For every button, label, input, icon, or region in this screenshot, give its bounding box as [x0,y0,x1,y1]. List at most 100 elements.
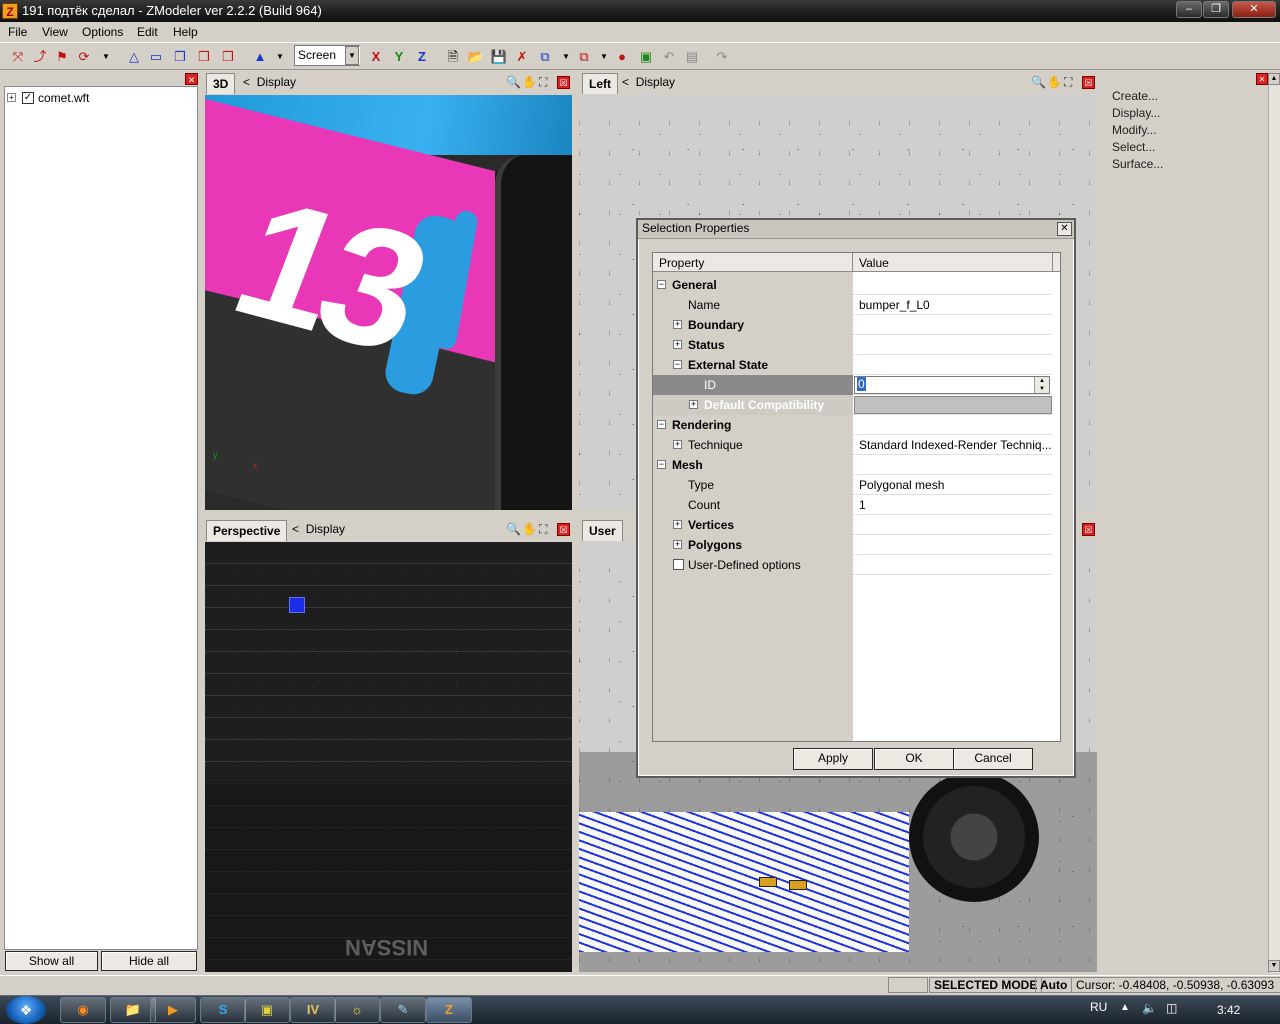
axis-y-toggle[interactable]: Y [389,47,409,67]
expand-icon[interactable]: + [673,440,682,449]
pan-hand-icon[interactable]: ✋ [522,75,537,89]
media-player-icon[interactable]: ▶ [150,997,196,1023]
volume-icon[interactable]: 🔈 [1142,1001,1157,1015]
property-name-name[interactable]: Name [688,298,720,312]
close-icon[interactable]: ✕ [1057,222,1072,236]
viewport-close-icon[interactable]: ☒ [1082,523,1095,536]
menu-file[interactable]: File [8,25,27,39]
minimize-button[interactable]: – [1176,1,1202,18]
property-name-boundary[interactable]: Boundary [688,318,744,332]
redo-icon[interactable]: ↷ [712,47,732,67]
user-defined-options-checkbox[interactable] [673,559,684,570]
collapse-icon[interactable]: − [673,360,682,369]
menu-help[interactable]: Help [173,25,198,39]
axis-dropdown-icon[interactable]: ▼ [270,47,290,67]
command-create[interactable]: Create... [1112,89,1158,103]
status-auto[interactable]: Auto [1035,977,1073,993]
id-spin-buttons[interactable]: ▲ ▼ [1034,377,1049,393]
viewport-left-display-menu[interactable]: < Display [622,75,675,89]
property-name-count[interactable]: Count [688,498,720,512]
property-name-type[interactable]: Type [688,478,714,492]
id-value-input[interactable] [854,376,1050,394]
skype-icon[interactable]: S [200,997,246,1023]
command-modify[interactable]: Modify... [1112,123,1156,137]
scroll-up-icon[interactable]: ▲ [1268,73,1280,85]
viewport-close-icon[interactable]: ☒ [557,523,570,536]
menu-view[interactable]: View [42,25,68,39]
object-mode-icon[interactable]: ❒ [170,47,190,67]
chevron-down-icon[interactable]: ▼ [345,46,359,65]
expand-icon[interactable]: + [673,340,682,349]
property-name-default-compatibility[interactable]: Default Compatibility [704,398,824,412]
property-name-mesh[interactable]: Mesh [672,458,703,472]
viewport-perspective-display-menu[interactable]: < Display [292,522,345,536]
clock[interactable]: 3:42 [1217,1003,1240,1017]
tab-left[interactable]: Left [582,73,618,94]
maximize-viewport-icon[interactable]: ⛶ [1064,75,1072,90]
collapse-icon[interactable]: − [657,420,666,429]
id-value-text[interactable]: 0 [857,377,866,391]
polygon-mode-icon[interactable]: ▭ [146,47,166,67]
walk-tool-icon[interactable]: ⚑ [52,47,72,67]
network-icon[interactable]: ◫ [1166,1001,1177,1015]
menu-edit[interactable]: Edit [137,25,158,39]
viewport-3d-display-menu[interactable]: < Display [243,75,296,89]
viewport-perspective-canvas[interactable]: NISSAN [205,542,572,972]
tray-expand-icon[interactable]: ▲ [1120,1002,1130,1013]
snapshot-icon[interactable]: ▣ [636,47,656,67]
scroll-down-icon[interactable]: ▼ [1268,960,1280,972]
command-display[interactable]: Display... [1112,106,1160,120]
group-mode-icon[interactable]: ❒ [194,47,214,67]
menu-options[interactable]: Options [82,25,123,39]
vertical-scrollbar[interactable] [1268,73,1280,973]
tool-dropdown-icon[interactable]: ▼ [96,47,116,67]
collapse-icon[interactable]: − [657,460,666,469]
viewport-close-icon[interactable]: ☒ [1082,76,1095,89]
tree-expand-icon[interactable]: + [7,93,16,102]
property-name-user-defined-options[interactable]: User-Defined options [688,558,801,572]
axis-lock-icon[interactable]: ▲ [250,47,270,67]
render-icon[interactable]: ● [612,47,632,67]
maximize-viewport-icon[interactable]: ⛶ [539,522,547,537]
close-icon[interactable]: ✕ [1256,73,1268,85]
windows-start-icon[interactable]: ❖ [6,996,46,1024]
zoom-icon[interactable]: 🔍 [1031,75,1046,89]
property-value-count[interactable]: 1 [859,498,866,512]
close-icon[interactable]: ✕ [185,73,198,85]
select-tool-icon[interactable]: ⤧ [8,47,28,67]
pan-hand-icon[interactable]: ✋ [522,522,537,536]
import-dropdown-icon[interactable]: ▼ [556,47,576,67]
cancel-button[interactable]: Cancel [953,748,1033,770]
app-iv-icon[interactable]: IV [290,997,336,1023]
expand-icon[interactable]: + [673,320,682,329]
tree-visibility-checkbox[interactable]: ✓ [22,92,34,104]
property-name-external-state[interactable]: External State [688,358,768,372]
viewport-close-icon[interactable]: ☒ [557,76,570,89]
default-compatibility-value[interactable] [854,396,1052,414]
axis-x-toggle[interactable]: X [366,47,386,67]
new-file-icon[interactable]: 🗎 [443,47,463,67]
property-name-general[interactable]: General [672,278,717,292]
pan-hand-icon[interactable]: ✋ [1047,75,1062,89]
rotate-tool-icon[interactable]: ⟳ [74,47,94,67]
property-value-type[interactable]: Polygonal mesh [859,478,944,492]
vertex-mode-icon[interactable]: △ [124,47,144,67]
export-icon[interactable]: ⧉ [574,47,594,67]
column-header-value[interactable]: Value [859,256,889,270]
expand-icon[interactable]: + [673,520,682,529]
command-surface[interactable]: Surface... [1112,157,1163,171]
firefox-icon[interactable]: ◉ [60,997,106,1023]
history-icon[interactable]: ▤ [682,47,702,67]
collapse-icon[interactable]: − [657,280,666,289]
scene-tree[interactable] [4,86,198,950]
maximize-viewport-icon[interactable]: ⛶ [539,75,547,90]
ok-button[interactable]: OK [874,748,954,770]
tab-3d[interactable]: 3D [206,73,236,94]
move-tool-icon[interactable]: ⤴ [30,47,50,67]
property-name-id[interactable]: ID [704,378,716,392]
language-indicator[interactable]: RU [1090,1000,1107,1014]
maximize-button[interactable]: ❐ [1203,1,1229,18]
export-dropdown-icon[interactable]: ▼ [594,47,614,67]
axis-z-toggle[interactable]: Z [412,47,432,67]
open-file-icon[interactable]: 📂 [466,47,486,67]
